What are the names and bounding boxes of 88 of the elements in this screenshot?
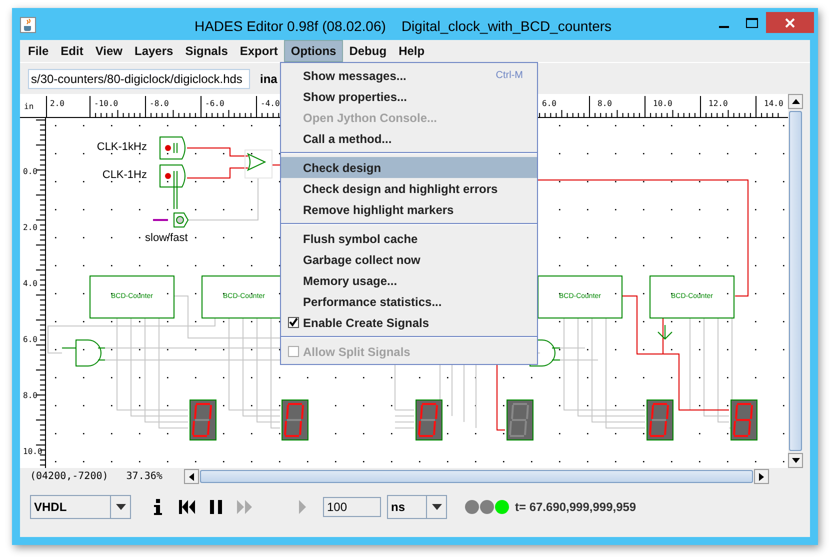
clock-switch-icon (160, 136, 186, 160)
switch-icon (153, 212, 189, 228)
menu-item[interactable]: View (89, 40, 128, 62)
seven-segment-display (730, 400, 758, 440)
scroll-up-button[interactable] (788, 94, 803, 109)
down-arrow-icon (658, 324, 672, 340)
ruler-label: -6.0 (205, 99, 224, 108)
scroll-down-button[interactable] (788, 453, 803, 468)
menu-item[interactable]: Edit (54, 40, 90, 62)
clock-label: CLK-1kHz (96, 141, 147, 153)
menu-item[interactable]: Layers (128, 40, 180, 62)
active-wire (186, 168, 248, 178)
ruler-label: 2.0 (23, 223, 38, 232)
clock-label: CLK-1Hz (102, 169, 147, 181)
ruler-label: 2.0 (50, 99, 64, 108)
close-button[interactable] (766, 12, 814, 33)
caret-icon (432, 504, 442, 510)
path-field[interactable]: s/30-counters/80-digiclock/digiclock.hds (28, 68, 250, 88)
ruler-label: 6.0 (542, 99, 556, 108)
menu-entry[interactable]: Check design (281, 157, 537, 178)
menu-entry[interactable]: Show properties... (281, 86, 537, 107)
pause-icon (207, 498, 225, 516)
seven-segment-display (506, 400, 534, 440)
scroll-right-button[interactable] (754, 469, 770, 484)
right-arrow-icon (759, 472, 764, 480)
menu-entry[interactable]: Memory usage... (281, 270, 537, 291)
menu-item[interactable]: Help (392, 40, 431, 62)
menu-item[interactable]: Signals (179, 40, 234, 62)
clock-switch-icon (160, 164, 186, 210)
ruler-label: -4.0 (260, 99, 280, 108)
ruler-label: 0.0 (23, 167, 38, 176)
active-wire (272, 164, 280, 166)
switch-label: slow/fast (145, 232, 188, 244)
simulation-time: t= 67.690,999,999,959 (515, 500, 636, 514)
toolbar-label: ina (260, 72, 278, 86)
or-gate-icon (244, 150, 272, 178)
menu-entry[interactable]: Flush symbol cache (281, 228, 537, 249)
zoom-readout: 37.36% (126, 471, 162, 482)
ruler-label: 8.0 (23, 391, 38, 400)
wire (188, 178, 258, 220)
ruler-label: 10.0 (653, 99, 672, 108)
seven-segment-display (282, 400, 308, 440)
fast-forward-icon (236, 498, 254, 516)
menu-entry[interactable]: Garbage collect now (281, 249, 537, 270)
seven-segment-display (190, 400, 216, 440)
coordinates-readout: (04200,-7200) (30, 471, 108, 482)
unit-dropdown[interactable]: ns (387, 495, 447, 519)
window-title: HADES Editor 0.98f (08.02.06) Digital_clock_with_BCD_counters (193, 18, 613, 34)
menu-item[interactable]: Options (284, 40, 344, 62)
and-gate-icon (62, 340, 106, 366)
checked-checkbox-icon[interactable] (288, 317, 298, 328)
scrollbar-thumb[interactable] (789, 111, 802, 451)
menu-item[interactable]: Debug (343, 40, 393, 62)
ruler-label: -8.0 (150, 99, 169, 108)
active-wire (186, 148, 248, 156)
left-arrow-icon (189, 472, 194, 480)
ruler-label: 4.0 (23, 279, 38, 288)
rewind-icon (178, 498, 196, 516)
menu-entry[interactable]: Show messages... Ctrl-M (281, 65, 537, 86)
close-icon (785, 18, 795, 28)
menu-entry[interactable]: Enable Create Signals (281, 312, 537, 333)
up-arrow-icon (792, 99, 800, 104)
pause-button[interactable] (207, 498, 225, 516)
ruler-unit: in (24, 102, 34, 111)
menu-entry[interactable]: Check design and highlight errors (281, 178, 537, 199)
menu-item[interactable]: File (22, 40, 55, 62)
menu-entry[interactable]: Performance statistics... (281, 291, 537, 312)
scrollbar-thumb[interactable] (200, 470, 754, 483)
menu-item[interactable]: Export (234, 40, 284, 62)
caret-icon (116, 504, 126, 510)
ruler-label: 14.0 (764, 99, 784, 108)
language-dropdown[interactable]: VHDL (30, 495, 131, 519)
menu-entry[interactable]: Remove highlight markers (281, 199, 537, 220)
ruler-label: 12.0 (708, 99, 728, 108)
minimize-icon (719, 26, 729, 28)
down-arrow-icon (792, 458, 800, 463)
seven-segment-display (416, 400, 442, 440)
scroll-left-button[interactable] (184, 469, 200, 484)
menu-entry[interactable]: Call a method... (281, 128, 537, 149)
ruler-label: 8.0 (598, 99, 612, 108)
step-field[interactable]: 100 (323, 497, 381, 517)
maximize-icon (746, 18, 758, 28)
ruler-label: 10.0 (23, 447, 42, 456)
rewind-button[interactable] (178, 498, 196, 516)
coffee-cup-icon (20, 17, 36, 33)
ruler-label: -10.0 (94, 99, 118, 108)
seven-segment-display (646, 400, 674, 440)
ruler-label: 6.0 (23, 335, 38, 344)
